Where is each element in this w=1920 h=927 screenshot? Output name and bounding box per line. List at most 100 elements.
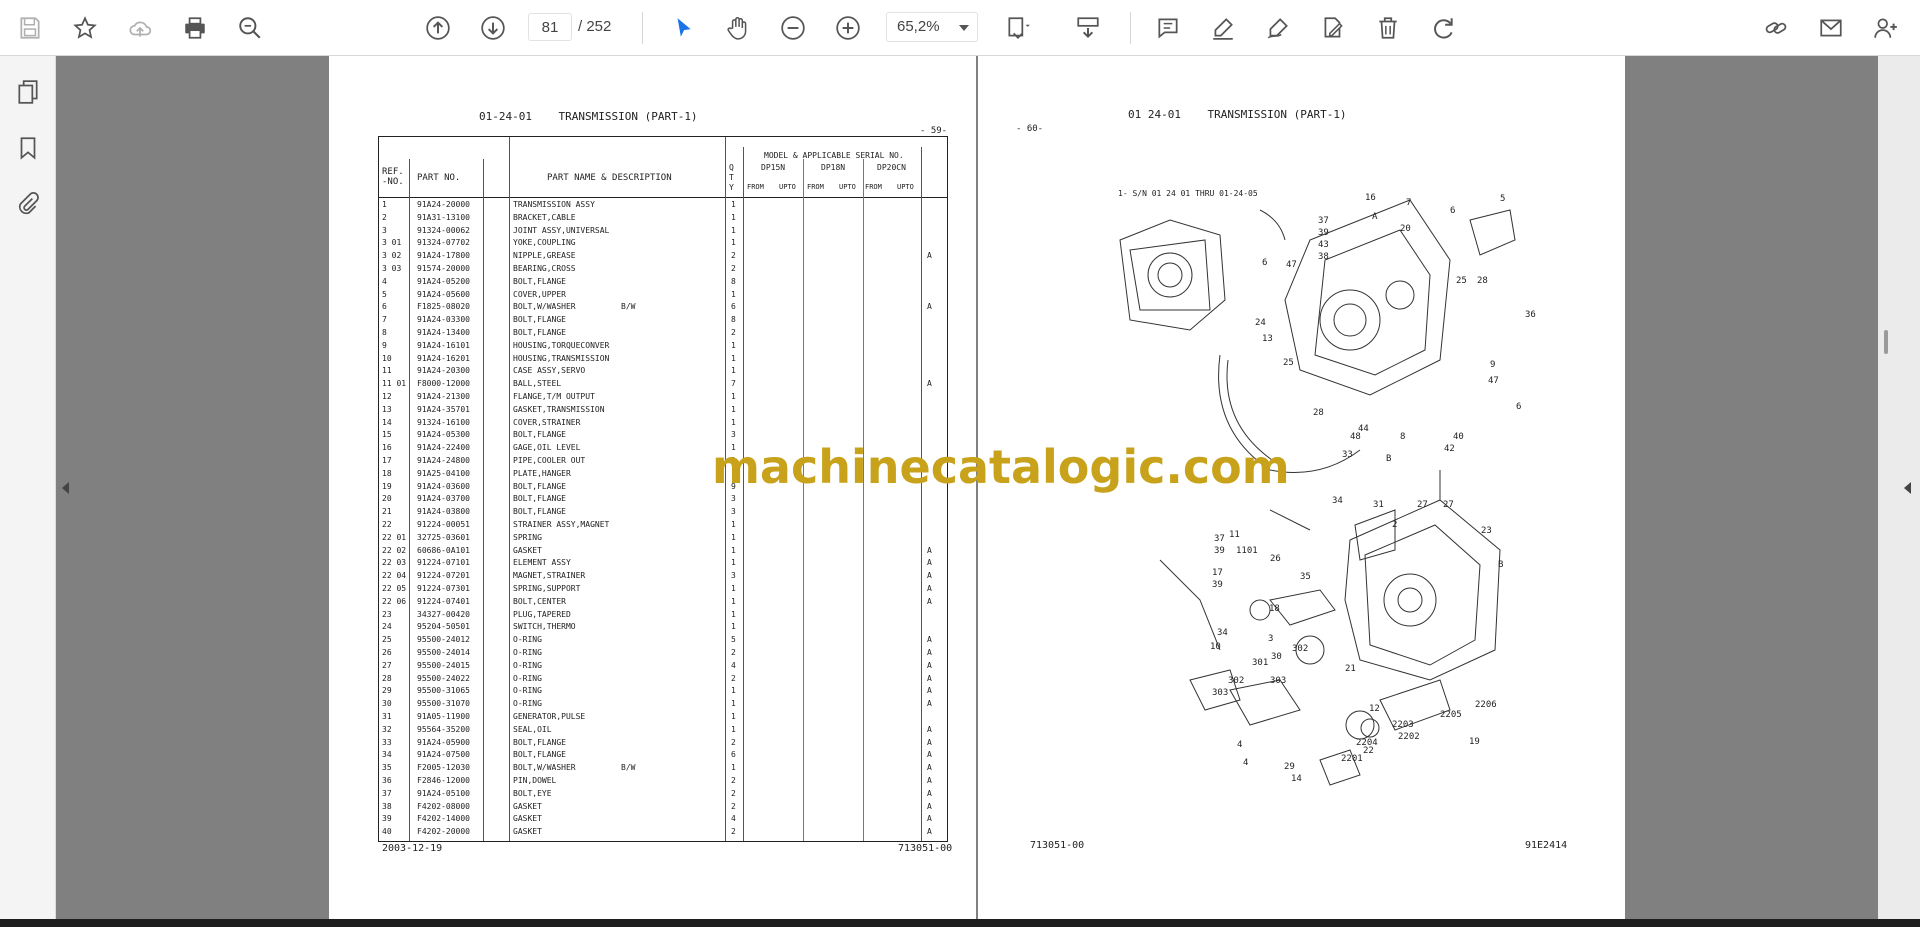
zoom-select[interactable]: 65,2%	[886, 12, 978, 42]
part-no-cell: 91A31-13100	[417, 212, 470, 222]
collapse-left-panel-icon[interactable]	[62, 482, 69, 494]
ref-cell: 26	[382, 648, 392, 657]
print-icon[interactable]	[177, 10, 213, 46]
bookmark-icon[interactable]	[12, 132, 44, 164]
add-user-icon[interactable]	[1868, 10, 1904, 46]
part-no-cell: 91224-07101	[417, 558, 470, 568]
part-no-cell: 91A24-22400	[417, 443, 470, 453]
part-no-cell: 91A24-17800	[417, 251, 470, 261]
page-count: / 252	[578, 13, 611, 41]
pages-icon[interactable]	[12, 76, 44, 108]
page-down-icon[interactable]	[475, 10, 511, 46]
table-row: 29 95500-31065 O-RING 1 A	[379, 685, 947, 698]
callout-label: 40	[1453, 432, 1464, 442]
part-name-cell: PLUG,TAPERED	[513, 609, 571, 619]
part-no-cell: 91224-00051	[417, 520, 470, 529]
callout-label: 2206	[1475, 700, 1497, 710]
part-no-cell: 95500-31070	[417, 699, 470, 709]
save-icon[interactable]	[12, 10, 48, 46]
callout-label: 2	[1392, 520, 1398, 530]
part-no-cell: F1825-08020	[417, 302, 470, 312]
ref-cell: 14	[382, 417, 392, 427]
callout-label: 47	[1286, 260, 1297, 270]
callout-label: 43	[1318, 240, 1329, 250]
part-no-cell: 91A24-05100	[417, 788, 470, 798]
ref-cell: 3 02	[382, 251, 402, 261]
ref-cell: 22 05	[382, 584, 407, 593]
callout-label: 39	[1214, 546, 1225, 556]
star-icon[interactable]	[67, 10, 103, 46]
part-no-cell: 91A25-04100	[417, 468, 470, 478]
qty-cell: 6	[731, 750, 736, 760]
part-name-cell: BOLT,EYE	[513, 788, 552, 798]
edit-sign-icon[interactable]	[1315, 10, 1351, 46]
table-row: 3 91324-00062 JOINT ASSY,UNIVERSAL 1	[379, 225, 947, 238]
part-name-cell: BOLT,FLANGE	[513, 737, 566, 747]
table-row: 2 91A31-13100 BRACKET,CABLE 1	[379, 212, 947, 225]
qty-cell: 1	[731, 532, 736, 542]
table-row: 6 F1825-08020 BOLT,W/WASHER 6 A B/W	[379, 301, 947, 314]
part-name-cell: YOKE,COUPLING	[513, 238, 576, 248]
email-icon[interactable]	[1813, 10, 1849, 46]
table-row: 11 01 F8000-12000 BALL,STEEL 7 A	[379, 378, 947, 391]
qty-cell: 1	[731, 558, 736, 568]
ref-cell: 17	[382, 456, 392, 465]
part-no-cell: 91224-07301	[417, 584, 470, 593]
qty-cell: 2	[731, 328, 736, 337]
ref-cell: 9	[382, 340, 387, 350]
page-up-icon[interactable]	[420, 10, 456, 46]
hand-icon[interactable]	[720, 10, 756, 46]
table-body: 1 91A24-20000 TRANSMISSION ASSY 1 2 91A31-131…	[379, 199, 947, 839]
heading-title: TRANSMISSION (PART-1)	[558, 110, 698, 123]
part-no-cell: 91A24-21300	[417, 392, 470, 401]
part-name-cell: BEARING,CROSS	[513, 264, 576, 273]
callout-label: 2205	[1440, 710, 1462, 720]
part-no-cell: F2846-12000	[417, 776, 470, 785]
collapse-right-panel-icon[interactable]	[1904, 482, 1911, 494]
scroll-mode-icon[interactable]	[1070, 10, 1106, 46]
part-no-cell: 60686-0A101	[417, 545, 470, 555]
toolbar-divider	[642, 12, 643, 44]
comment-icon[interactable]	[1150, 10, 1186, 46]
note-cell: A	[927, 302, 932, 312]
part-name-cell: GASKET	[513, 827, 542, 837]
attachment-icon[interactable]	[12, 188, 44, 220]
zoom-out-icon[interactable]	[775, 10, 811, 46]
note-cell: A	[927, 750, 932, 760]
zoom-in-icon[interactable]	[830, 10, 866, 46]
trash-icon[interactable]	[1370, 10, 1406, 46]
qty-cell: 1	[731, 763, 736, 773]
zoom-value: 65,2%	[897, 18, 940, 35]
scrollbar-thumb[interactable]	[1884, 330, 1888, 354]
part-name-cell: JOINT ASSY,UNIVERSAL	[513, 225, 610, 235]
part-name-cell: BOLT,FLANGE	[513, 430, 566, 440]
callout-label: 302	[1292, 644, 1309, 654]
note-cell: A	[927, 545, 932, 555]
share-link-icon[interactable]	[1758, 10, 1794, 46]
part-name-cell: BOLT,FLANGE	[513, 750, 566, 760]
cloud-upload-icon[interactable]	[122, 10, 158, 46]
redo-icon[interactable]	[1425, 10, 1461, 46]
qty-cell: 1	[731, 366, 736, 376]
part-no-cell: F4202-08000	[417, 801, 470, 811]
callout-label: 27	[1417, 500, 1428, 510]
draw-icon[interactable]	[1260, 10, 1296, 46]
callout-label: 29	[1284, 762, 1295, 772]
header-upto-3: UPTO	[897, 183, 914, 191]
qty-cell: 5	[731, 635, 736, 645]
select-cursor-icon[interactable]	[665, 10, 701, 46]
ref-cell: 22 02	[382, 545, 407, 555]
page-number-input[interactable]: 81	[528, 13, 572, 41]
part-name-cell: GAGE,OIL LEVEL	[513, 443, 581, 453]
highlight-pen-icon[interactable]	[1205, 10, 1241, 46]
part-no-cell: 95500-24012	[417, 635, 470, 645]
note-cell: A	[927, 571, 932, 581]
fit-page-icon[interactable]	[1000, 10, 1036, 46]
zoom-search-icon[interactable]	[232, 10, 268, 46]
table-row: 27 95500-24015 O-RING 4 A	[379, 660, 947, 673]
part-name-cell: BALL,STEEL	[513, 379, 562, 389]
callout-label: 13	[1262, 334, 1273, 344]
table-row: 24 95204-50501 SWITCH,THERMO 1	[379, 621, 947, 634]
callout-label: 34	[1332, 496, 1343, 506]
table-row: 35 F2005-12030 BOLT,W/WASHER 1 A B/W	[379, 762, 947, 775]
